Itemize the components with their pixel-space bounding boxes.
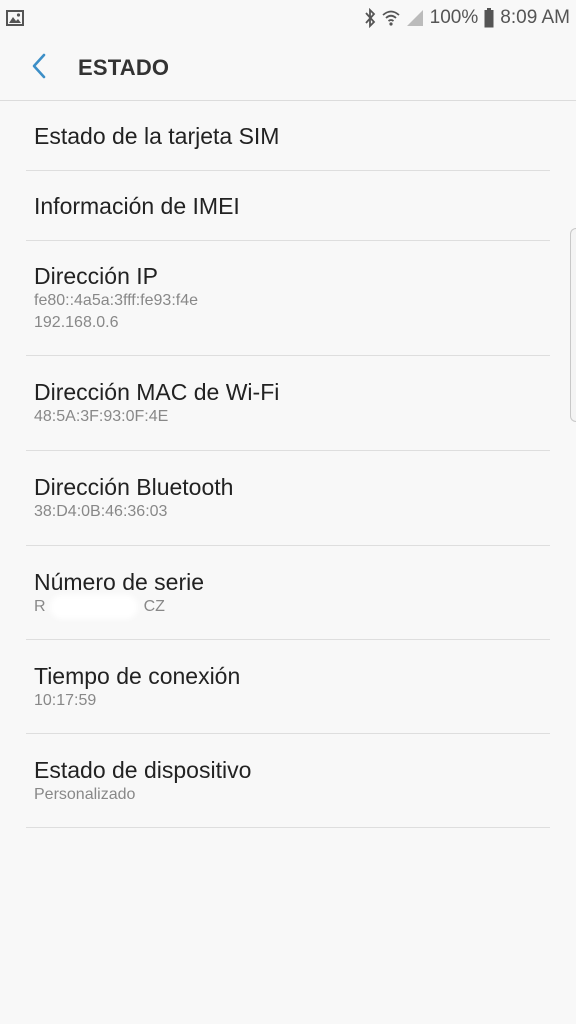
serial-end: CZ bbox=[143, 597, 165, 615]
serial-start: R bbox=[34, 597, 46, 615]
status-bar: 100% 8:09 AM bbox=[0, 0, 576, 36]
list-item-imei-info[interactable]: Información de IMEI bbox=[26, 171, 550, 241]
item-title: Estado de dispositivo bbox=[34, 756, 252, 783]
back-button[interactable] bbox=[0, 36, 78, 100]
list-item-device-status[interactable]: Estado de dispositivo Personalizado bbox=[26, 734, 550, 828]
item-title: Información de IMEI bbox=[34, 192, 240, 219]
serial-number-value: R CZ bbox=[34, 596, 542, 618]
redaction-mark bbox=[53, 598, 134, 615]
item-title: Tiempo de conexión bbox=[34, 662, 241, 689]
ipv6-value: fe80::4a5a:3fff:fe93:f4e bbox=[34, 292, 198, 309]
gallery-notification-icon bbox=[6, 10, 24, 26]
battery-percent: 100% bbox=[429, 7, 479, 28]
status-left bbox=[6, 10, 24, 26]
item-title: Número de serie bbox=[34, 568, 205, 595]
list-item-ip-address[interactable]: Dirección IP fe80::4a5a:3fff:fe93:f4e 19… bbox=[26, 241, 550, 356]
uptime-value: 10:17:59 bbox=[34, 691, 97, 709]
screen: 100% 8:09 AM ESTADO Estado de la tarjeta… bbox=[0, 0, 576, 1024]
battery-icon bbox=[484, 8, 494, 28]
list-item-sim-status[interactable]: Estado de la tarjeta SIM bbox=[26, 101, 550, 171]
settings-list: Estado de la tarjeta SIM Información de … bbox=[0, 101, 576, 828]
item-title: Dirección Bluetooth bbox=[34, 474, 234, 500]
item-title: Dirección IP bbox=[34, 263, 158, 289]
bluetooth-icon bbox=[364, 8, 376, 28]
status-right: 100% 8:09 AM bbox=[364, 7, 570, 29]
clock: 8:09 AM bbox=[500, 7, 570, 28]
item-title: Estado de la tarjeta SIM bbox=[34, 122, 280, 149]
signal-icon bbox=[406, 9, 424, 27]
wifi-icon bbox=[382, 9, 400, 27]
bluetooth-address-value: 38:D4:0B:46:36:03 bbox=[34, 503, 168, 520]
list-item-serial-number[interactable]: Número de serie R CZ bbox=[26, 546, 550, 640]
edge-panel-handle[interactable] bbox=[570, 228, 576, 422]
list-item-wifi-mac[interactable]: Dirección MAC de Wi-Fi 48:5A:3F:93:0F:4E bbox=[26, 356, 550, 451]
device-status-value: Personalizado bbox=[34, 785, 136, 803]
item-title: Dirección MAC de Wi-Fi bbox=[34, 379, 280, 405]
page-title: ESTADO bbox=[78, 55, 170, 80]
list-item-uptime[interactable]: Tiempo de conexión 10:17:59 bbox=[26, 640, 550, 734]
ipv4-value: 192.168.0.6 bbox=[34, 314, 119, 331]
app-bar: ESTADO bbox=[0, 36, 576, 101]
wifi-mac-value: 48:5A:3F:93:0F:4E bbox=[34, 408, 169, 425]
back-arrow-icon bbox=[31, 53, 47, 84]
list-item-bluetooth-address[interactable]: Dirección Bluetooth 38:D4:0B:46:36:03 bbox=[26, 451, 550, 546]
